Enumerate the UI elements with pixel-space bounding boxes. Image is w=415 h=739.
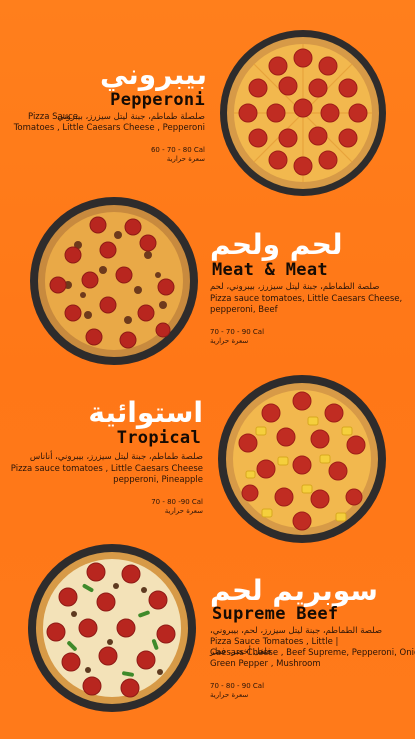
- item-en-desc-line1: Pizza sauce tomatoes , Little Caesars Ch…: [10, 464, 203, 474]
- menu-item-supreme-beef[interactable]: سوبريم لحم Supreme Beef صلصة الطماطم، جب…: [0, 540, 415, 739]
- item-en-name: Tropical: [116, 428, 201, 448]
- meat-icon: [30, 197, 198, 365]
- item-en-name: Supreme Beef: [212, 604, 339, 624]
- item-ar-name: استوائية: [88, 396, 203, 429]
- item-ar-desc: صلصة طماطم، جبنة ليتل سيزرز، بيبروني، أن…: [29, 452, 203, 462]
- item-calories: 70 - 80 - 90 Cal: [210, 682, 265, 690]
- item-en-desc-line2: Caesars Cheese , Beef Supreme, Pepperoni…: [210, 648, 415, 658]
- item-en-desc-line2: pepperoni, Beef: [210, 305, 278, 315]
- item-en-desc-line2: Tomatoes , Little Caesars Cheese , Peppe…: [13, 123, 205, 133]
- pepperoni-icon: [220, 30, 386, 196]
- item-en-name: Pepperoni: [110, 90, 205, 110]
- menu-item-tropical[interactable]: استوائية Tropical صلصة طماطم، جبنة ليتل …: [0, 370, 415, 545]
- menu-page: بيبروني Pepperoni صلصلة طماطم، جبنة ليتل…: [0, 0, 415, 739]
- item-en-desc-line3: Green Pepper , Mushroom: [210, 659, 321, 669]
- supreme-icon: [28, 544, 196, 712]
- item-ar-name: سوبريم لحم: [210, 574, 378, 607]
- item-en-name: Meat & Meat: [212, 260, 328, 280]
- item-en-desc-line1: Pizza sauce tomatoes, Little Caesars Che…: [210, 294, 403, 304]
- item-ar-name: لحم ولحم: [210, 228, 343, 261]
- item-calories: 70 - 70 - 90 Cal: [210, 328, 265, 336]
- item-ar-desc: صلصة الطماطم، جبنة ليتل سيزرز، بيبروني، …: [210, 282, 380, 292]
- menu-item-pepperoni[interactable]: بيبروني Pepperoni صلصلة طماطم، جبنة ليتل…: [0, 0, 415, 196]
- item-ar-name: بيبروني: [99, 58, 207, 91]
- item-ar-calories: سعرة حرارية: [166, 155, 205, 163]
- item-en-desc-line2: pepperoni, Pineapple: [113, 475, 203, 485]
- item-ar-calories: سعرة حرارية: [210, 337, 249, 345]
- item-ar-desc-line1: صلصة الطماطم، جبنة ليتل سيزرز، لحم، بيبر…: [210, 626, 383, 636]
- item-ar-calories: سعرة حرارية: [164, 507, 203, 515]
- menu-item-meat-and-meat[interactable]: لحم ولحم Meat & Meat صلصة الطماطم، جبنة …: [0, 190, 415, 370]
- item-en-desc: Pizza Sauce: [28, 112, 79, 122]
- item-ar-calories: سعرة حرارية: [210, 691, 249, 699]
- item-calories: 60 - 70 - 80 Cal: [150, 146, 205, 154]
- item-calories: 70 - 80 -90 Cal: [151, 498, 203, 506]
- item-en-desc-line1: Pizza Sauce Tomatoes , Little |: [210, 637, 339, 647]
- item-ar-desc: صلصلة طماطم، جبنة ليتل سيزرز، بيبروني: [57, 112, 205, 122]
- tropical-icon: [218, 375, 386, 543]
